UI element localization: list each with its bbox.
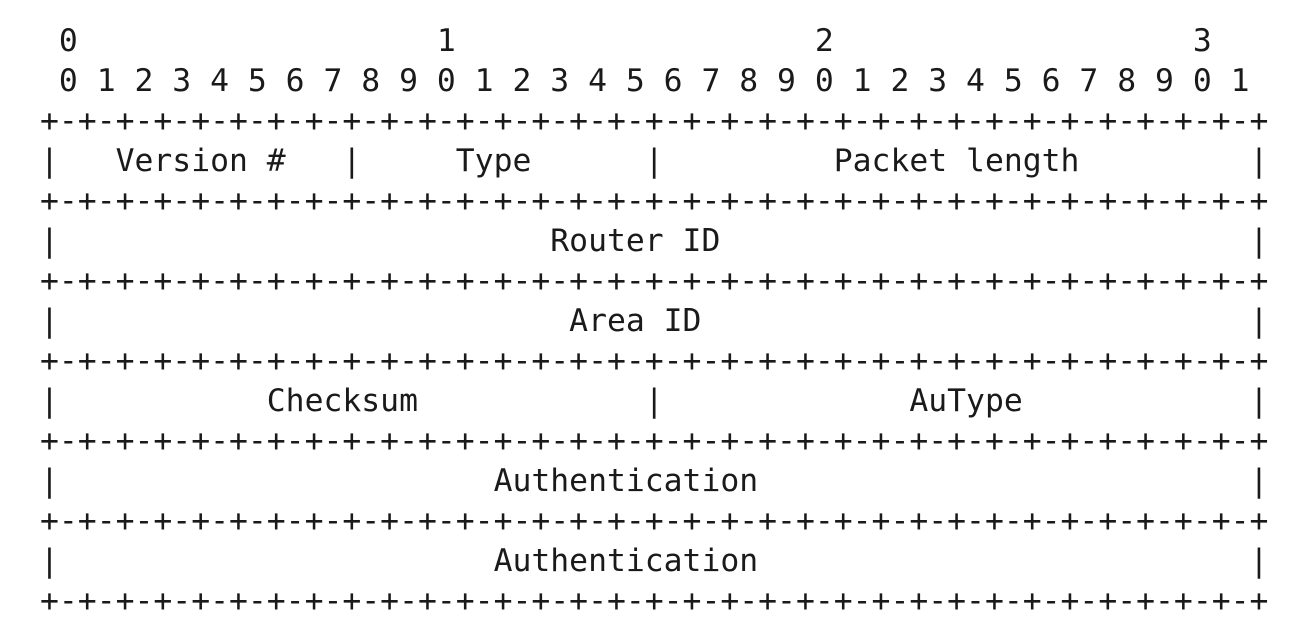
bit-ruler-units: 0 1 2 3 4 5 6 7 8 9 0 1 2 3 4 5 6 7 8 9 … (40, 63, 1250, 99)
border-line: +-+-+-+-+-+-+-+-+-+-+-+-+-+-+-+-+-+-+-+-… (40, 263, 1269, 299)
field-row-area-id: | Area ID | (40, 303, 1269, 339)
field-row-version-type-length: | Version # | Type | Packet length | (40, 143, 1269, 179)
border-line: +-+-+-+-+-+-+-+-+-+-+-+-+-+-+-+-+-+-+-+-… (40, 343, 1269, 379)
border-line: +-+-+-+-+-+-+-+-+-+-+-+-+-+-+-+-+-+-+-+-… (40, 503, 1269, 539)
field-row-checksum-autype: | Checksum | AuType | (40, 383, 1269, 419)
field-row-authentication-2: | Authentication | (40, 543, 1269, 579)
border-line: +-+-+-+-+-+-+-+-+-+-+-+-+-+-+-+-+-+-+-+-… (40, 103, 1269, 139)
border-line: +-+-+-+-+-+-+-+-+-+-+-+-+-+-+-+-+-+-+-+-… (40, 183, 1269, 219)
field-row-router-id: | Router ID | (40, 223, 1269, 259)
ospf-packet-header-diagram: 0 1 2 3 0 1 2 3 4 5 6 7 8 9 0 1 2 3 4 5 … (0, 0, 1308, 636)
border-line: +-+-+-+-+-+-+-+-+-+-+-+-+-+-+-+-+-+-+-+-… (40, 423, 1269, 459)
field-row-authentication-1: | Authentication | (40, 463, 1269, 499)
border-line: +-+-+-+-+-+-+-+-+-+-+-+-+-+-+-+-+-+-+-+-… (40, 583, 1269, 619)
bit-ruler-tens: 0 1 2 3 (40, 23, 1212, 59)
